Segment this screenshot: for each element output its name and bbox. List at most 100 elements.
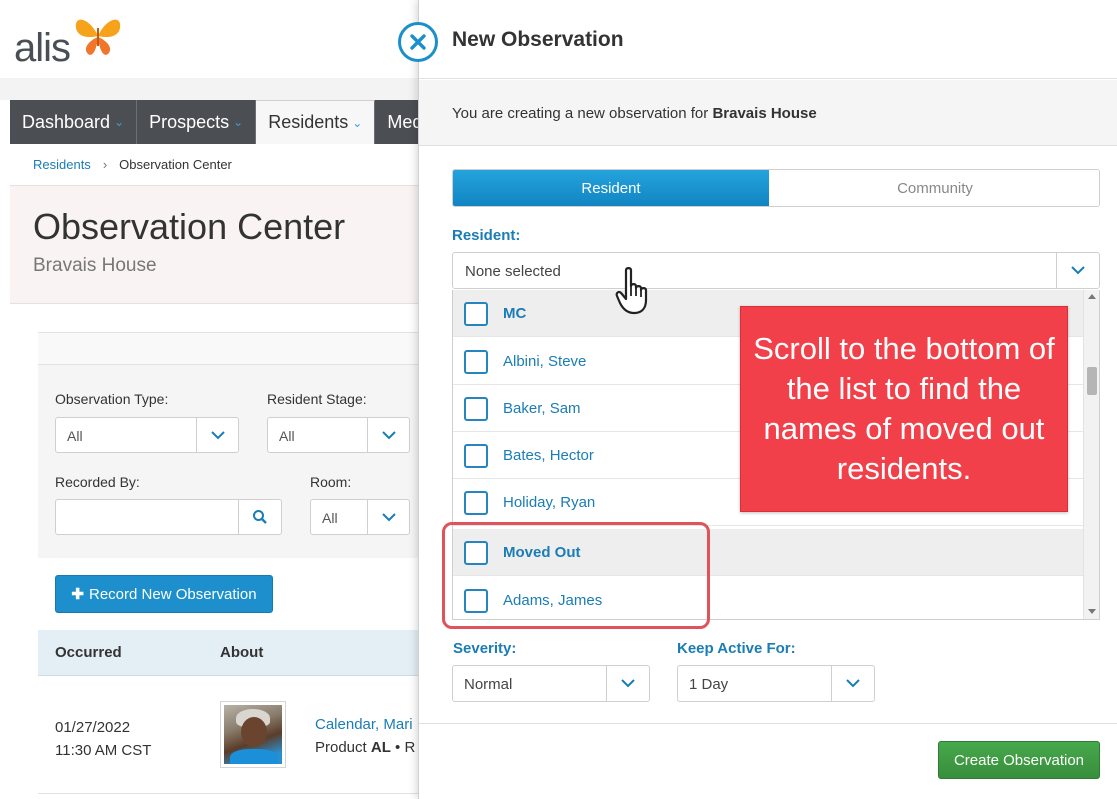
select-value: All <box>322 510 338 526</box>
chevron-down-icon <box>831 666 874 701</box>
observation-type-select[interactable]: All <box>55 417 239 453</box>
occurred-time: 11:30 AM CST <box>55 742 152 759</box>
tab-resident[interactable]: Resident <box>453 170 769 206</box>
list-scrollbar[interactable] <box>1083 290 1099 619</box>
resident-stage-label: Resident Stage: <box>267 391 367 407</box>
list-item-label: MC <box>503 305 527 322</box>
checkbox[interactable] <box>464 350 488 374</box>
background-page: alis Dashboard ⌄ Prospects ⌄ Residents ⌄… <box>0 0 418 799</box>
modal-header: New Observation <box>419 0 1117 79</box>
resident-product: Product AL • R <box>315 739 415 756</box>
search-icon[interactable] <box>238 500 281 534</box>
observation-target-toggle: Resident Community <box>452 169 1100 207</box>
observation-type-label: Observation Type: <box>55 391 169 407</box>
logo-text: alis <box>14 26 71 70</box>
header-band <box>0 78 418 100</box>
tab-community[interactable]: Community <box>769 170 1099 206</box>
modal-footer: Create Observation <box>419 723 1117 799</box>
recorded-by-label: Recorded By: <box>55 474 140 490</box>
chevron-down-icon: ⌄ <box>233 115 244 129</box>
checkbox[interactable] <box>464 302 488 326</box>
create-observation-button[interactable]: Create Observation <box>938 741 1100 779</box>
select-value: All <box>279 428 295 444</box>
room-label: Room: <box>310 474 352 490</box>
list-item-label: Baker, Sam <box>503 400 581 417</box>
info-community: Bravais House <box>712 105 817 122</box>
close-icon <box>410 34 426 50</box>
scrollbar-thumb[interactable] <box>1087 367 1097 395</box>
filter-panel: Observation Type: All Resident Stage: Al… <box>38 332 418 558</box>
chevron-down-icon <box>367 418 409 452</box>
page-title: Observation Center <box>33 206 346 247</box>
nav-tab-label: Med <box>387 111 418 132</box>
product-prefix: Product <box>315 739 367 756</box>
breadcrumb-link-residents[interactable]: Residents <box>33 157 91 172</box>
room-select[interactable]: All <box>310 499 410 535</box>
info-prefix: You are creating a new observation for <box>452 105 713 122</box>
keep-active-value: 1 Day <box>689 676 729 693</box>
resident-stage-select[interactable]: All <box>267 417 410 453</box>
severity-value: Normal <box>464 676 513 693</box>
table-row: 01/27/2022 11:30 AM CST Calendar, Mari P… <box>38 676 418 794</box>
checkbox[interactable] <box>464 491 488 515</box>
nav-tab-label: Residents <box>268 112 349 132</box>
close-modal-button[interactable] <box>398 22 438 62</box>
severity-select[interactable]: Normal <box>452 665 650 702</box>
list-item-label: Bates, Hector <box>503 447 594 464</box>
occurred-date: 01/27/2022 <box>55 719 131 736</box>
table-header: Occurred About <box>38 630 418 676</box>
chevron-down-icon: ⌄ <box>114 115 125 129</box>
nav-tab-residents[interactable]: Residents ⌄ <box>256 100 376 144</box>
page-title-area: Observation Center Bravais House <box>10 186 418 304</box>
chevron-down-icon <box>606 666 649 701</box>
checkbox[interactable] <box>464 397 488 421</box>
list-item-label: Holiday, Ryan <box>503 494 596 511</box>
breadcrumb-current: Observation Center <box>119 157 232 172</box>
recorded-by-input[interactable] <box>55 499 282 535</box>
resident-select-value: None selected <box>465 263 561 280</box>
keep-active-select[interactable]: 1 Day <box>677 665 875 702</box>
page-subtitle: Bravais House <box>33 255 157 276</box>
chevron-down-icon <box>196 418 238 452</box>
chevron-down-icon <box>367 500 409 534</box>
avatar <box>220 701 286 768</box>
keep-active-label: Keep Active For: <box>677 640 796 657</box>
product-code: AL <box>370 739 391 756</box>
breadcrumb-separator: › <box>102 157 108 172</box>
breadcrumb: Residents › Observation Center <box>10 144 418 186</box>
alis-logo[interactable]: alis <box>14 14 134 70</box>
select-value: All <box>67 428 83 444</box>
filter-panel-header <box>38 333 418 365</box>
record-button-label: Record New Observation <box>89 585 257 603</box>
callout-text: Scroll to the bottom of the list to find… <box>753 331 1055 486</box>
moved-out-highlight <box>442 522 710 629</box>
scroll-up-icon[interactable] <box>1088 294 1096 299</box>
severity-label: Severity: <box>453 640 517 657</box>
record-new-observation-button[interactable]: ✚ Record New Observation <box>55 575 273 613</box>
product-suffix: • R <box>395 739 416 756</box>
instruction-callout: Scroll to the bottom of the list to find… <box>740 306 1068 512</box>
butterfly-logo-icon <box>75 19 121 55</box>
nav-tab-dashboard[interactable]: Dashboard ⌄ <box>10 100 138 144</box>
column-header-about[interactable]: About <box>220 644 263 661</box>
list-item-label: Albini, Steve <box>503 353 587 370</box>
nav-tab-label: Dashboard <box>22 111 111 132</box>
modal-info-text: You are creating a new observation for B… <box>452 105 817 122</box>
modal-title: New Observation <box>452 28 624 51</box>
nav-tab-med[interactable]: Med <box>375 100 418 144</box>
scroll-down-icon[interactable] <box>1088 609 1096 614</box>
column-header-occurred[interactable]: Occurred <box>55 644 122 661</box>
chevron-down-icon[interactable] <box>1056 253 1099 288</box>
nav-tab-label: Prospects <box>149 111 230 132</box>
plus-icon: ✚ <box>71 586 84 603</box>
resident-label: Resident: <box>452 227 521 244</box>
occurred-cell: 01/27/2022 11:30 AM CST <box>55 716 151 762</box>
nav-tab-prospects[interactable]: Prospects ⌄ <box>137 100 257 144</box>
modal-info-bar: You are creating a new observation for B… <box>419 80 1117 146</box>
resident-photo <box>224 705 282 764</box>
resident-name-link[interactable]: Calendar, Mari <box>315 716 413 733</box>
hand-pointer-icon <box>615 267 648 315</box>
checkbox[interactable] <box>464 444 488 468</box>
resident-select[interactable]: None selected <box>452 252 1100 289</box>
new-observation-panel: New Observation You are creating a new o… <box>418 0 1117 799</box>
